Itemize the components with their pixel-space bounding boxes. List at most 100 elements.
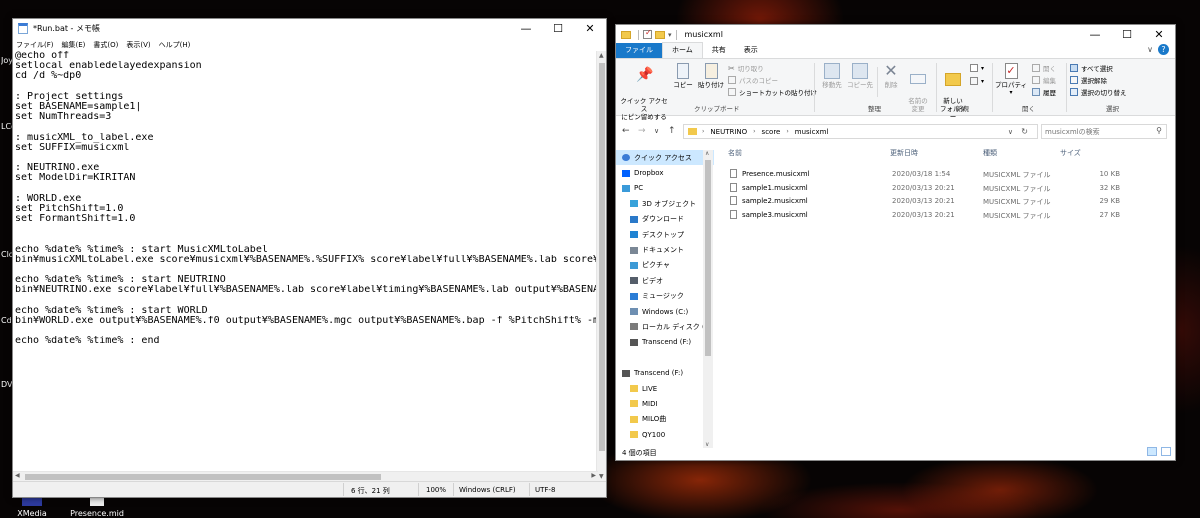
select-all-button[interactable]: すべて選択 (1070, 63, 1113, 73)
nav-item[interactable]: ダウンロード (616, 212, 714, 227)
new-folder-icon[interactable] (655, 30, 665, 39)
file-row[interactable]: sample1.musicxml 2020/03/13 20:21 MUSICXML… (724, 181, 1172, 195)
maximize-button[interactable]: ☐ (1111, 25, 1143, 44)
scroll-down-arrow-icon[interactable]: ▼ (599, 473, 604, 480)
breadcrumb-score[interactable]: score (762, 128, 781, 136)
notepad-text-editor[interactable]: @echo off setlocal enabledelayedexpansion… (13, 51, 598, 481)
properties-button[interactable]: ✓ プロパティ ▾ (994, 63, 1028, 97)
tab-view[interactable]: 表示 (735, 43, 767, 58)
move-to-button[interactable]: 移動先 (818, 63, 846, 89)
pin-quick-access-button[interactable]: 📌 クイック アクセス にピン留めする (618, 63, 670, 121)
history-button[interactable]: 履歴 (1032, 87, 1056, 97)
maximize-button[interactable]: ☐ (542, 19, 574, 38)
text-line: @echo off (15, 51, 70, 61)
menu-edit[interactable]: 編集(E) (62, 40, 86, 50)
nav-item[interactable]: ビデオ (616, 273, 714, 288)
scroll-up-arrow-icon[interactable]: ∧ (705, 150, 709, 157)
file-row[interactable]: Presence.musicxml 2020/03/18 1:54 MUSICXML… (724, 167, 1172, 181)
vertical-scrollbar[interactable]: ▲ ▼ (596, 51, 606, 481)
nav-item[interactable]: MILO曲 (616, 412, 714, 427)
column-size[interactable]: サイズ (1060, 148, 1081, 158)
explorer-window[interactable]: ▾ musicxml — ☐ ✕ ファイル ホーム 共有 表示 ∨ ? 📌 クイ… (615, 24, 1176, 461)
search-box[interactable]: musicxmlの検索 ⚲ (1041, 124, 1167, 139)
nav-item[interactable]: ミュージック (616, 289, 714, 304)
copy-to-button[interactable]: コピー先 (846, 63, 874, 89)
edit-button[interactable]: 編集 (1032, 75, 1056, 85)
horizontal-scrollbar[interactable]: ◀ ▶ (13, 471, 598, 481)
scroll-right-arrow-icon[interactable]: ▶ (591, 472, 596, 479)
column-modified[interactable]: 更新日時 (890, 148, 918, 158)
paste-button[interactable]: 貼り付け (698, 63, 724, 89)
nav-item[interactable]: Dropbox (616, 165, 714, 180)
column-type[interactable]: 種類 (983, 148, 997, 158)
recent-locations-icon[interactable]: ∨ (654, 127, 659, 135)
menu-view[interactable]: 表示(V) (126, 40, 150, 50)
menu-file[interactable]: ファイル(F) (16, 40, 54, 50)
notepad-window[interactable]: *Run.bat - メモ帳 — ☐ ✕ ファイル(F) 編集(E) 書式(O)… (12, 18, 607, 498)
back-arrow-icon[interactable]: ← (622, 126, 630, 136)
up-arrow-icon[interactable]: ↑ (668, 126, 676, 136)
nav-item[interactable]: PC (616, 181, 714, 196)
forward-arrow-icon[interactable]: → (638, 126, 646, 136)
menu-help[interactable]: ヘルプ(H) (159, 40, 191, 50)
close-button[interactable]: ✕ (1143, 25, 1175, 44)
easy-access-icon (970, 77, 978, 85)
large-icons-view-button[interactable] (1161, 447, 1171, 456)
column-name[interactable]: 名前 (728, 148, 742, 158)
new-item-button[interactable]: ▾ (970, 64, 984, 72)
nav-item[interactable]: ローカル ディスク (D (616, 319, 714, 334)
scroll-left-arrow-icon[interactable]: ◀ (15, 472, 20, 479)
address-dropdown-icon[interactable]: ∨ (1008, 128, 1013, 136)
notepad-titlebar[interactable]: *Run.bat - メモ帳 — ☐ ✕ (13, 19, 606, 38)
select-none-button[interactable]: 選択解除 (1070, 75, 1107, 85)
notepad-statusbar: 6 行、21 列 100% Windows (CRLF) UTF-8 (13, 481, 606, 497)
expand-ribbon-icon[interactable]: ∨ (1147, 45, 1153, 54)
address-bar[interactable]: › NEUTRINO › score › musicxml ∨ ↻ (683, 124, 1038, 139)
refresh-icon[interactable]: ↻ (1021, 127, 1028, 136)
nav-item[interactable]: 3D オブジェクト (616, 196, 714, 211)
nav-item[interactable]: MIDI (616, 396, 714, 411)
breadcrumb-musicxml[interactable]: musicxml (795, 128, 829, 136)
breadcrumb-neutrino[interactable]: NEUTRINO (710, 128, 747, 136)
file-row[interactable]: sample2.musicxml 2020/03/13 20:21 MUSICXML… (724, 194, 1172, 208)
help-icon[interactable]: ? (1158, 44, 1169, 55)
copy-path-button[interactable]: パスのコピー (728, 75, 778, 85)
paste-shortcut-button[interactable]: ショートカットの貼り付け (728, 87, 817, 97)
nav-item[interactable]: クイック アクセス (616, 150, 714, 166)
copy-button[interactable]: コピー (672, 63, 694, 89)
customize-toolbar-icon[interactable]: ▾ (668, 31, 672, 39)
drive-icon (630, 323, 638, 331)
vertical-scroll-thumb[interactable] (599, 63, 605, 451)
rename-button[interactable]: 名前の 変更 (904, 63, 932, 113)
cut-button[interactable]: ✂ 切り取り (728, 63, 764, 73)
tab-home[interactable]: ホーム (662, 42, 703, 58)
tab-file[interactable]: ファイル (616, 43, 662, 58)
delete-button[interactable]: ✕ 削除 (880, 63, 902, 90)
open-button[interactable]: 開く (1032, 63, 1056, 73)
scroll-up-arrow-icon[interactable]: ▲ (599, 52, 604, 59)
menu-format[interactable]: 書式(O) (93, 40, 118, 50)
horizontal-scroll-thumb[interactable] (25, 474, 381, 480)
nav-item[interactable]: Transcend (F:) (616, 335, 714, 350)
details-view-button[interactable] (1147, 447, 1157, 456)
invert-selection-button[interactable]: 選択の切り替え (1070, 87, 1127, 97)
nav-item[interactable]: ドキュメント (616, 242, 714, 257)
close-button[interactable]: ✕ (574, 19, 606, 38)
properties-check-icon[interactable] (643, 28, 652, 39)
file-list: 名前 更新日時 種類 サイズ Presence.musicxml 2020/03/… (724, 145, 1172, 445)
navigation-scroll-thumb[interactable] (705, 160, 711, 356)
minimize-button[interactable]: — (510, 19, 542, 38)
nav-item[interactable]: QY100 (616, 427, 714, 442)
nav-item[interactable]: Transcend (F:) (616, 365, 714, 380)
nav-item-label: ピクチャ (642, 261, 670, 270)
nav-item[interactable]: Windows (C:) (616, 304, 714, 319)
nav-item[interactable]: LIVE (616, 381, 714, 396)
easy-access-button[interactable]: ▾ (970, 77, 984, 85)
nav-item[interactable]: ピクチャ (616, 258, 714, 273)
file-row[interactable]: sample3.musicxml 2020/03/13 20:21 MUSICXML… (724, 208, 1172, 222)
nav-item[interactable]: デスクトップ (616, 227, 714, 242)
text-line: echo %date% %time% : end (15, 336, 160, 347)
tab-share[interactable]: 共有 (703, 43, 735, 58)
navigation-scrollbar[interactable]: ∧ ∨ (703, 150, 713, 448)
minimize-button[interactable]: — (1079, 25, 1111, 44)
